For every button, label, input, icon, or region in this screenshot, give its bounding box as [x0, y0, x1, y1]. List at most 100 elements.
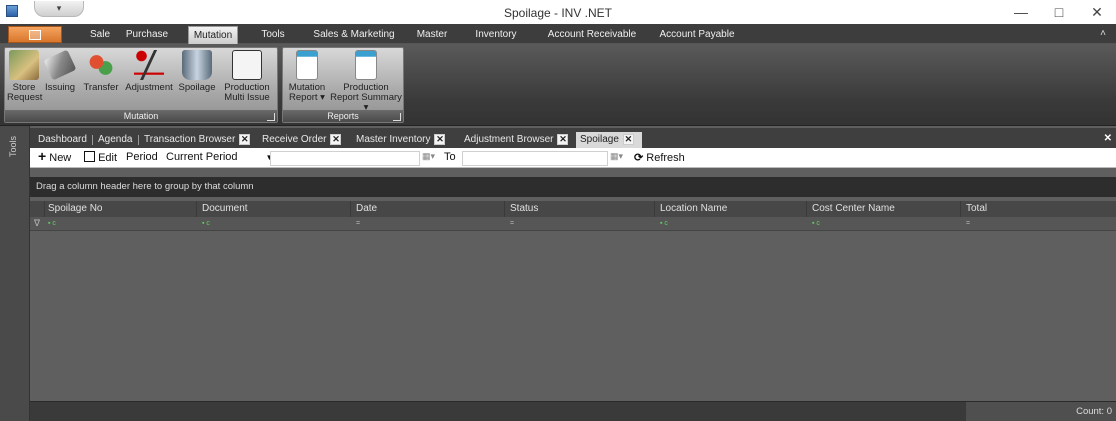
transfer-label: Transfer: [83, 82, 119, 93]
column-header-total[interactable]: Total: [966, 203, 987, 214]
adjustment-label: Adjustment: [125, 82, 173, 93]
period-to-field[interactable]: [462, 151, 608, 166]
ribbon-tab-sales-marketing[interactable]: Sales & Marketing: [306, 26, 402, 44]
edit-button[interactable]: Edit: [84, 151, 117, 164]
reports-group-launcher-icon[interactable]: [393, 113, 401, 121]
close-tab-icon[interactable]: ✕: [330, 133, 342, 145]
store-request-button[interactable]: Store Request: [7, 50, 42, 103]
doc-tab-label: Adjustment Browser: [464, 134, 554, 145]
refresh-icon: ⟳: [634, 152, 644, 164]
refresh-label: Refresh: [646, 152, 685, 164]
ribbon-tab-mutation[interactable]: Mutation: [188, 26, 238, 44]
group-by-panel[interactable]: Drag a column header here to group by th…: [30, 177, 1116, 197]
column-header-cost-center-name[interactable]: Cost Center Name: [812, 203, 895, 214]
close-tab-icon[interactable]: ✕: [239, 133, 251, 145]
ribbon-tab-inventory[interactable]: Inventory: [466, 26, 526, 44]
production-report-summary-button[interactable]: Production Report Summary ▾: [329, 50, 403, 113]
doc-tab-adjustment-browser[interactable]: Adjustment Browser ✕: [460, 132, 569, 148]
from-calendar-dropdown-icon[interactable]: ▦▾: [422, 151, 435, 162]
column-header-document[interactable]: Document: [202, 203, 248, 214]
doc-tab-label: Master Inventory: [356, 134, 431, 145]
tools-panel-label: Tools: [8, 136, 18, 158]
production-multi-issue-button[interactable]: Production Multi Issue: [219, 50, 275, 103]
doc-tab-label: Spoilage: [580, 134, 619, 145]
ribbon-panel: Store Request Issuing Transfer Adjustmen…: [0, 44, 1116, 126]
new-button[interactable]: + New: [38, 148, 72, 164]
production-icon: [232, 50, 262, 80]
ribbon-tab-purchase[interactable]: Purchase: [122, 26, 172, 44]
application-menu-button[interactable]: [8, 26, 62, 43]
ribbon-tab-master[interactable]: Master: [410, 26, 454, 44]
filter-cell-date[interactable]: =: [356, 220, 360, 227]
minimize-button[interactable]: —: [1006, 2, 1036, 22]
doc-tab-dashboard[interactable]: Dashboard: [34, 132, 87, 148]
filter-cell-status[interactable]: =: [510, 220, 514, 227]
doc-tab-agenda[interactable]: Agenda: [94, 132, 132, 148]
close-tab-icon[interactable]: ✕: [434, 133, 446, 145]
to-calendar-dropdown-icon[interactable]: ▦▾: [610, 151, 623, 162]
plus-icon: +: [38, 148, 47, 164]
period-from-field[interactable]: [270, 151, 420, 166]
ribbon-group-reports: Mutation Report ▾ Production Report Summ…: [282, 47, 404, 123]
transfer-button[interactable]: Transfer: [81, 50, 121, 93]
mutation-group-launcher-icon[interactable]: [267, 113, 275, 121]
filter-cell-cost-center-name[interactable]: ▪ c: [812, 220, 820, 227]
grid-footer: Count: 0: [30, 401, 1116, 421]
close-tab-icon[interactable]: ✕: [557, 133, 569, 145]
grid-header-row: Spoilage No Document Date Status Locatio…: [30, 201, 1116, 217]
column-header-status[interactable]: Status: [510, 203, 538, 214]
filter-cell-total[interactable]: =: [966, 220, 970, 227]
column-header-location-name[interactable]: Location Name: [660, 203, 727, 214]
doc-tab-receive-order[interactable]: Receive Order ✕: [258, 132, 342, 148]
doc-tab-label: Receive Order: [262, 134, 327, 145]
mutation-report-label-2: Report ▾: [289, 92, 325, 103]
spoilage-button[interactable]: Spoilage: [177, 50, 217, 93]
issuing-button[interactable]: Issuing: [41, 49, 79, 93]
tab-separator: [92, 135, 93, 145]
column-header-spoilage-no[interactable]: Spoilage No: [48, 203, 102, 214]
tools-side-panel[interactable]: Tools: [0, 126, 30, 421]
column-header-date[interactable]: Date: [356, 203, 377, 214]
ribbon-tab-tools[interactable]: Tools: [254, 26, 292, 44]
ribbon-tab-account-payable[interactable]: Account Payable: [652, 26, 742, 44]
doc-tab-spoilage[interactable]: Spoilage ✕: [576, 132, 642, 148]
current-period-select[interactable]: Current Period▼: [166, 151, 273, 163]
refresh-button[interactable]: ⟳ Refresh: [634, 151, 685, 164]
doc-tab-transaction-browser[interactable]: Transaction Browser ✕: [140, 132, 251, 148]
ribbon-collapse-icon[interactable]: ˄: [1100, 28, 1106, 39]
report-summary-icon: [355, 50, 377, 80]
adjustment-button[interactable]: Adjustment: [123, 50, 175, 93]
production-multi-issue-label-2: Multi Issue: [224, 92, 270, 103]
grid-filter-row: ∇ ▪ c ▪ c = = ▪ c ▪ c =: [30, 217, 1116, 231]
doc-tab-label: Agenda: [98, 134, 133, 145]
edit-icon: [84, 151, 95, 162]
mutation-report-button[interactable]: Mutation Report ▾: [285, 50, 329, 103]
new-label: New: [49, 152, 72, 164]
ribbon-tab-account-receivable[interactable]: Account Receivable: [540, 26, 644, 44]
filter-cell-document[interactable]: ▪ c: [202, 220, 210, 227]
ribbon-group-mutation: Store Request Issuing Transfer Adjustmen…: [4, 47, 278, 123]
trash-bin-icon: [182, 50, 212, 80]
issuing-icon: [43, 49, 77, 81]
grid-body[interactable]: [30, 231, 1116, 401]
to-label: To: [444, 151, 456, 163]
close-tab-icon[interactable]: ✕: [622, 133, 634, 145]
tab-separator: [138, 135, 139, 145]
document-tab-bar: Dashboard Agenda Transaction Browser ✕ Re…: [30, 128, 1116, 148]
close-button[interactable]: ✕: [1082, 2, 1112, 22]
doc-tab-label: Transaction Browser: [144, 134, 236, 145]
ribbon-tab-sale[interactable]: Sale: [82, 26, 118, 44]
filter-cell-location-name[interactable]: ▪ c: [660, 220, 668, 227]
filter-row-icon: ∇: [34, 218, 41, 228]
close-document-icon[interactable]: ✕: [1104, 133, 1112, 144]
maximize-button[interactable]: □: [1044, 2, 1074, 22]
store-request-icon: [9, 50, 39, 80]
current-period-value: Current Period: [166, 151, 238, 163]
doc-tab-master-inventory[interactable]: Master Inventory ✕: [352, 132, 446, 148]
doc-tab-label: Dashboard: [38, 134, 87, 145]
ribbon-group-label-reports: Reports: [283, 110, 403, 122]
filter-cell-spoilage-no[interactable]: ▪ c: [48, 220, 56, 227]
adjustment-icon: [134, 50, 164, 80]
period-label: Period: [126, 151, 158, 163]
ribbon-tab-bar: Sale Purchase Mutation Tools Sales & Mar…: [0, 24, 1116, 44]
